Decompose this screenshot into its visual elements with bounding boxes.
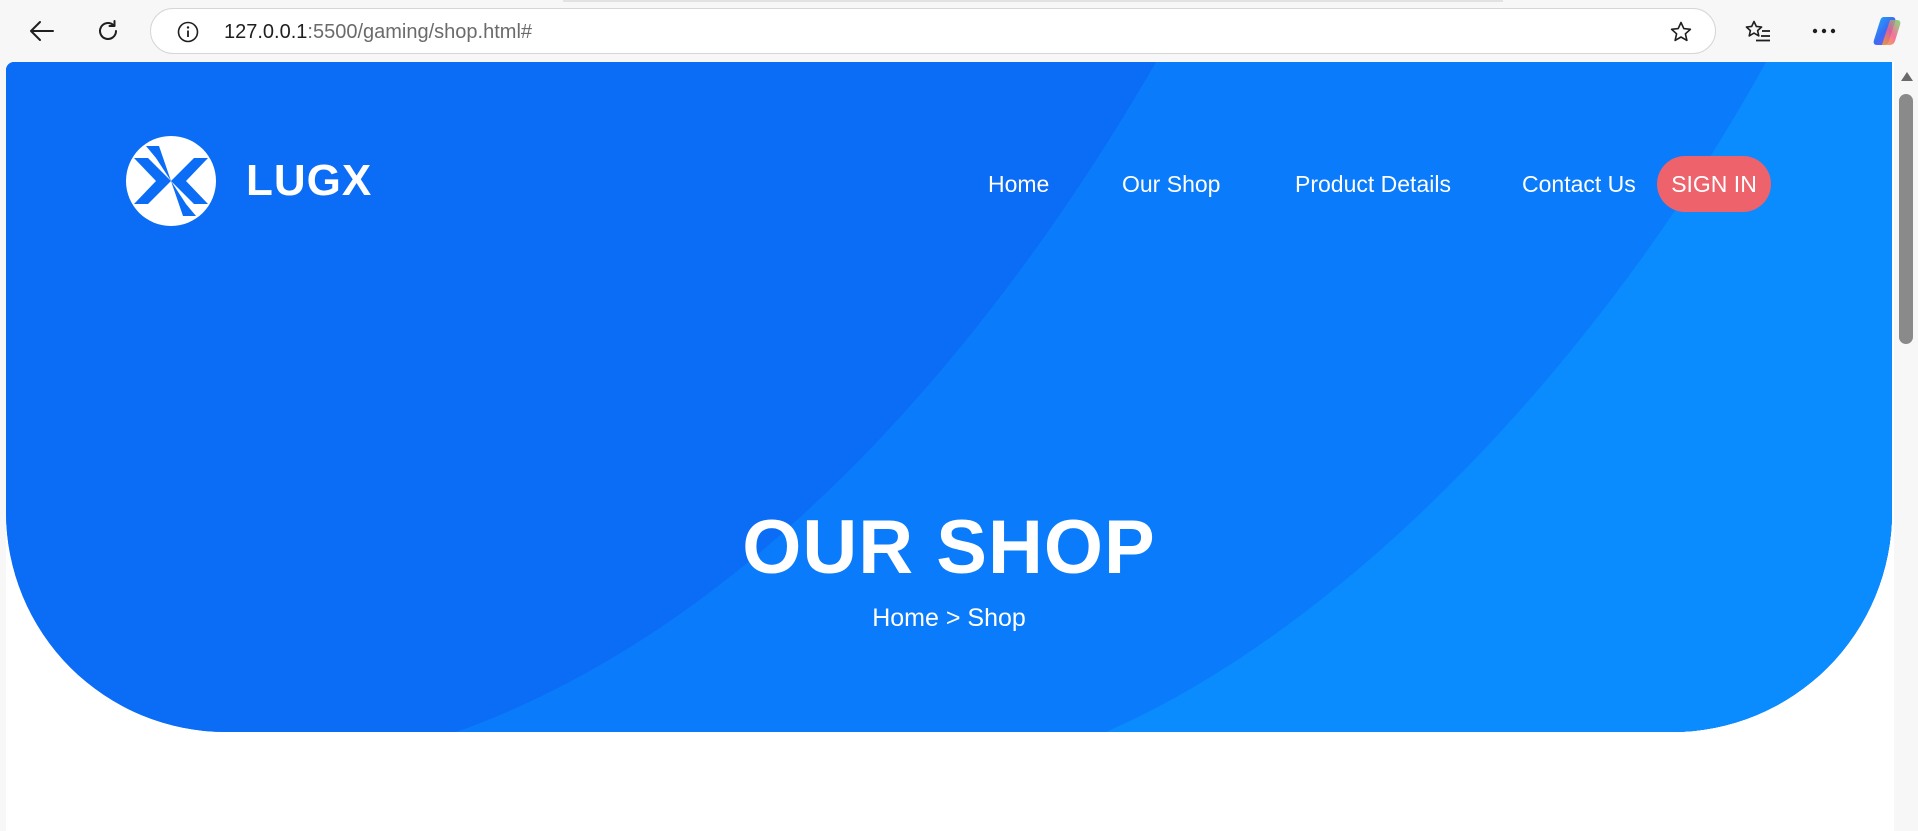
favorites-button[interactable]	[1738, 11, 1778, 51]
site-info-icon[interactable]	[177, 21, 199, 43]
sign-in-button[interactable]: SIGN IN	[1657, 156, 1771, 212]
url-text[interactable]: 127.0.0.1:5500/gaming/shop.html#	[224, 21, 532, 43]
more-icon	[1812, 28, 1836, 34]
back-arrow-icon	[30, 21, 54, 41]
favorites-list-icon	[1745, 20, 1770, 42]
star-icon[interactable]	[1669, 20, 1693, 44]
nav-contact-us[interactable]: Contact Us	[1522, 156, 1636, 212]
url-path: :5500/gaming/shop.html#	[307, 21, 533, 43]
main-nav: Home Our Shop Product Details Contact Us…	[6, 156, 1892, 212]
address-bar[interactable]: 127.0.0.1:5500/gaming/shop.html#	[150, 8, 1716, 54]
browser-toolbar: 127.0.0.1:5500/gaming/shop.html#	[0, 0, 1918, 62]
scroll-up-arrow-icon[interactable]	[1901, 72, 1913, 81]
nav-home[interactable]: Home	[988, 156, 1049, 212]
url-host: 127.0.0.1	[224, 21, 308, 43]
page-viewport: LUGX Home Our Shop Product Details Conta…	[0, 62, 1918, 831]
copilot-icon	[1873, 17, 1901, 45]
back-button[interactable]	[22, 11, 62, 51]
copilot-button[interactable]	[1867, 11, 1907, 51]
nav-our-shop[interactable]: Our Shop	[1122, 156, 1220, 212]
breadcrumb-current: Shop	[967, 604, 1026, 632]
breadcrumb-separator: >	[938, 604, 968, 632]
hero-banner: LUGX Home Our Shop Product Details Conta…	[6, 62, 1892, 732]
tab-edge	[563, 0, 1503, 2]
vertical-scrollbar[interactable]	[1894, 62, 1918, 831]
scroll-thumb[interactable]	[1899, 94, 1913, 344]
breadcrumb: Home > Shop	[6, 602, 1892, 634]
web-page: LUGX Home Our Shop Product Details Conta…	[6, 62, 1894, 831]
reload-icon	[99, 20, 117, 40]
reload-button[interactable]	[88, 11, 128, 51]
page-title: OUR SHOP	[742, 504, 1156, 590]
more-button[interactable]	[1804, 11, 1844, 51]
breadcrumb-home-link[interactable]: Home	[872, 604, 939, 632]
nav-product-details[interactable]: Product Details	[1295, 156, 1451, 212]
